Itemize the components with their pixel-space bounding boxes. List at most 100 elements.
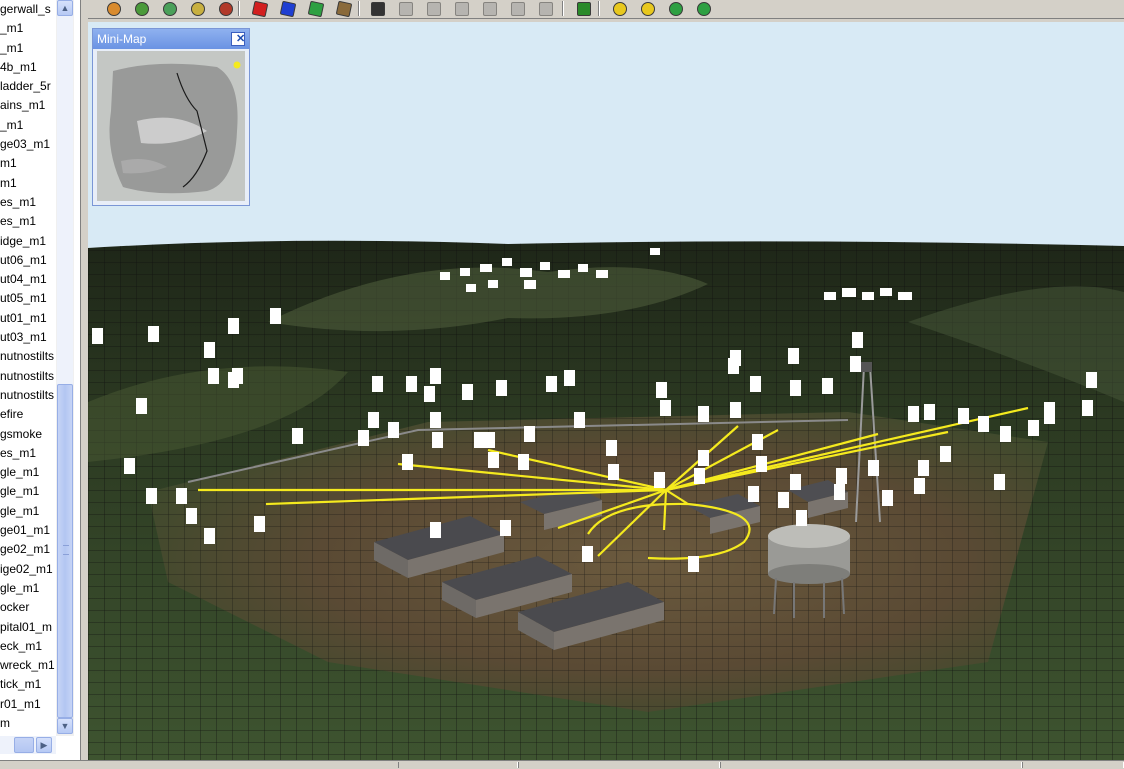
object-list-item[interactable]: r01_m1	[0, 695, 56, 714]
minimap-titlebar[interactable]: Mini-Map ✕	[93, 29, 249, 49]
object-marker[interactable]	[730, 402, 741, 418]
vertical-scrollbar[interactable]: ▲ ▼	[56, 0, 74, 736]
object-marker[interactable]	[228, 318, 239, 334]
object-marker[interactable]	[582, 546, 593, 562]
object-marker[interactable]	[908, 406, 919, 422]
toolbar-button[interactable]	[368, 0, 388, 17]
object-marker[interactable]	[228, 372, 239, 388]
h-scrollbar-thumb[interactable]	[14, 737, 34, 753]
toolbar-button[interactable]	[160, 0, 180, 17]
object-marker[interactable]	[462, 384, 473, 400]
object-marker[interactable]	[500, 520, 511, 536]
object-marker[interactable]	[940, 446, 951, 462]
minimap-window[interactable]: Mini-Map ✕	[92, 28, 250, 206]
object-list-item[interactable]: gle_m1	[0, 482, 56, 501]
toolbar-button[interactable]	[480, 0, 500, 17]
object-marker[interactable]	[358, 430, 369, 446]
object-marker[interactable]	[270, 308, 281, 324]
object-marker[interactable]	[574, 412, 585, 428]
object-marker[interactable]	[752, 434, 763, 450]
object-marker[interactable]	[204, 342, 215, 358]
object-marker[interactable]	[524, 426, 535, 442]
toolbar-button[interactable]	[132, 0, 152, 17]
object-list-item[interactable]: nutnostilts	[0, 386, 56, 405]
object-list-item[interactable]: ut06_m1	[0, 251, 56, 270]
object-list-item[interactable]: ains_m1	[0, 96, 56, 115]
object-list-item[interactable]: ge03_m1	[0, 135, 56, 154]
object-marker[interactable]	[790, 380, 801, 396]
object-marker[interactable]	[430, 522, 441, 538]
object-marker[interactable]	[292, 428, 303, 444]
close-button[interactable]: ✕	[231, 32, 245, 46]
object-marker[interactable]	[518, 454, 529, 470]
object-marker[interactable]	[92, 328, 103, 344]
object-marker[interactable]	[488, 452, 499, 468]
toolbar-button[interactable]	[250, 0, 270, 17]
object-marker[interactable]	[728, 358, 739, 374]
object-marker[interactable]	[850, 356, 861, 372]
object-marker[interactable]	[698, 406, 709, 422]
object-list-item[interactable]: m1	[0, 174, 56, 193]
object-list-item[interactable]: gle_m1	[0, 502, 56, 521]
toolbar-button[interactable]	[216, 0, 236, 17]
toolbar-button[interactable]	[536, 0, 556, 17]
object-list-item[interactable]: efire	[0, 405, 56, 424]
object-list-item[interactable]: pital01_m	[0, 618, 56, 637]
object-marker[interactable]	[924, 404, 935, 420]
object-marker[interactable]	[688, 556, 699, 572]
toolbar-button[interactable]	[452, 0, 472, 17]
object-marker[interactable]	[372, 376, 383, 392]
object-marker[interactable]	[756, 456, 767, 472]
object-marker[interactable]	[1086, 372, 1097, 388]
scrollbar-thumb[interactable]	[57, 384, 73, 718]
object-marker[interactable]	[958, 408, 969, 424]
object-marker[interactable]	[474, 432, 485, 448]
object-list-item[interactable]: gle_m1	[0, 463, 56, 482]
toolbar-button[interactable]	[306, 0, 326, 17]
object-marker[interactable]	[402, 454, 413, 470]
object-list-item[interactable]: _m1	[0, 39, 56, 58]
object-marker[interactable]	[836, 468, 847, 484]
object-marker[interactable]	[918, 460, 929, 476]
object-marker[interactable]	[750, 376, 761, 392]
toolbar-button[interactable]	[666, 0, 686, 17]
toolbar-button[interactable]	[396, 0, 416, 17]
object-list-item[interactable]: _m1	[0, 116, 56, 135]
object-marker[interactable]	[852, 332, 863, 348]
object-list-item[interactable]: gsmoke	[0, 425, 56, 444]
object-list-item[interactable]: ut03_m1	[0, 328, 56, 347]
toolbar-button[interactable]	[508, 0, 528, 17]
horizontal-scrollbar[interactable]: ▶	[0, 736, 56, 754]
object-marker[interactable]	[978, 416, 989, 432]
toolbar-button[interactable]	[610, 0, 630, 17]
object-marker[interactable]	[124, 458, 135, 474]
object-list-item[interactable]: 4b_m1	[0, 58, 56, 77]
toolbar-button[interactable]	[694, 0, 714, 17]
object-marker[interactable]	[656, 382, 667, 398]
object-marker[interactable]	[424, 386, 435, 402]
object-marker[interactable]	[606, 440, 617, 456]
object-list-item[interactable]: m1	[0, 154, 56, 173]
object-marker[interactable]	[914, 478, 925, 494]
object-list-item[interactable]: es_m1	[0, 193, 56, 212]
object-marker[interactable]	[994, 474, 1005, 490]
object-marker[interactable]	[1028, 420, 1039, 436]
object-list-item[interactable]: ut05_m1	[0, 289, 56, 308]
object-marker[interactable]	[546, 376, 557, 392]
object-marker[interactable]	[406, 376, 417, 392]
object-marker[interactable]	[564, 370, 575, 386]
toolbar-button[interactable]	[188, 0, 208, 17]
minimap-view[interactable]	[97, 51, 245, 201]
object-list-item[interactable]: gerwall_s	[0, 0, 56, 19]
object-marker[interactable]	[430, 368, 441, 384]
scroll-down-button[interactable]: ▼	[57, 718, 73, 734]
object-marker[interactable]	[432, 432, 443, 448]
toolbar-button[interactable]	[278, 0, 298, 17]
object-list-item[interactable]: es_m1	[0, 444, 56, 463]
scroll-right-button[interactable]: ▶	[36, 737, 52, 753]
object-marker[interactable]	[698, 450, 709, 466]
object-marker[interactable]	[496, 380, 507, 396]
object-list-item[interactable]: wreck_m1	[0, 656, 56, 675]
object-list-item[interactable]: _m1	[0, 19, 56, 38]
object-list-item[interactable]: ge01_m1	[0, 521, 56, 540]
